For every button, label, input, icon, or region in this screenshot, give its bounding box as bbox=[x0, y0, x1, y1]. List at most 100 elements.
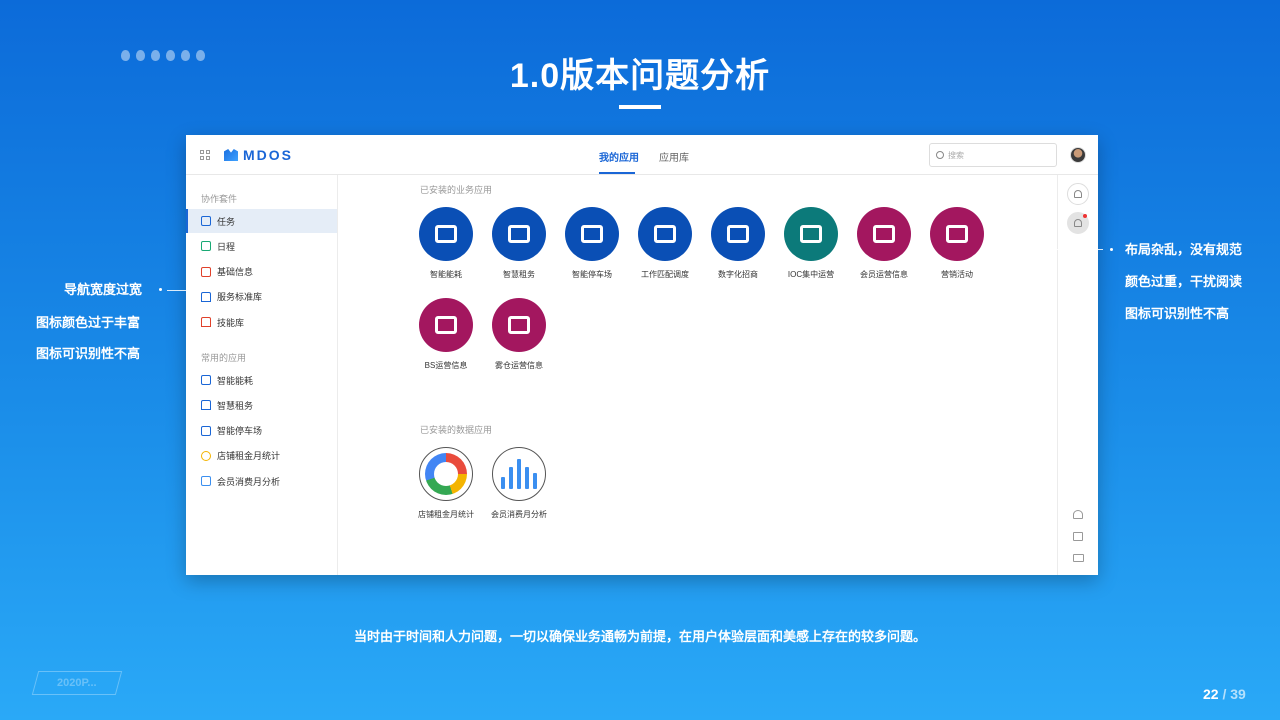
app-label: 雾仓运营信息 bbox=[495, 361, 543, 370]
app-icon-circle bbox=[419, 298, 473, 352]
home-icon bbox=[201, 291, 211, 302]
app-icon-circle bbox=[638, 207, 692, 261]
sidebar-item-label: 基础信息 bbox=[217, 267, 254, 278]
sidebar-item-common-0[interactable]: 智能能耗 bbox=[186, 368, 337, 392]
annotation-right-3: 图标可识别性不高 bbox=[1125, 306, 1230, 321]
page-separator: / bbox=[1218, 686, 1231, 702]
annotation-right-dot bbox=[1110, 248, 1113, 251]
document-icon[interactable] bbox=[1073, 532, 1083, 541]
app-icon-circle bbox=[930, 207, 984, 261]
sidebar-group-common: 常用的应用 bbox=[201, 353, 247, 363]
truck-icon bbox=[201, 425, 211, 436]
sidebar-item-label: 智能停车场 bbox=[217, 426, 263, 437]
annotation-right-2: 颜色过重，干扰阅读 bbox=[1125, 274, 1243, 289]
data-app-tile[interactable]: 会员消费月分析 bbox=[481, 447, 557, 520]
app-grid-icon[interactable] bbox=[200, 150, 210, 160]
business-app-tile[interactable]: 智能停车场 bbox=[554, 207, 630, 280]
search-icon bbox=[936, 151, 944, 159]
top-bar: MDOS 我的应用 应用库 搜索 bbox=[186, 135, 1098, 175]
business-app-tile[interactable]: 智能能耗 bbox=[408, 207, 484, 280]
members-icon bbox=[873, 225, 895, 243]
logo[interactable]: MDOS bbox=[224, 147, 293, 163]
business-app-tile[interactable]: 雾仓运营信息 bbox=[481, 298, 557, 371]
year-badge-text: 2020P... bbox=[57, 677, 97, 689]
business-app-tile[interactable]: 工作匹配调度 bbox=[627, 207, 703, 280]
sidebar-item-common-4[interactable]: 会员消费月分析 bbox=[186, 469, 337, 493]
donut-icon bbox=[425, 453, 467, 495]
bars-icon bbox=[501, 459, 537, 489]
sidebar-item-collab-3[interactable]: 服务标准库 bbox=[186, 285, 337, 309]
app-icon-circle bbox=[492, 207, 546, 261]
business-app-tile[interactable]: 数字化招商 bbox=[700, 207, 776, 280]
app-label: 店铺租金月统计 bbox=[418, 510, 474, 519]
sidebar-item-common-1[interactable]: 智慧租务 bbox=[186, 393, 337, 417]
alert-button[interactable] bbox=[1067, 212, 1089, 234]
search-placeholder: 搜索 bbox=[948, 150, 964, 160]
annotation-right-1: 布局杂乱，没有规范 bbox=[1125, 242, 1243, 257]
handshake-icon bbox=[727, 225, 749, 243]
skill-icon bbox=[201, 317, 211, 328]
app-label: 智能能耗 bbox=[430, 270, 462, 279]
app-icon-circle bbox=[565, 207, 619, 261]
logo-mark-icon bbox=[224, 149, 238, 161]
bell-icon bbox=[1074, 219, 1082, 227]
section-business-title: 已安装的业务应用 bbox=[420, 185, 493, 195]
avatar[interactable] bbox=[1070, 147, 1086, 163]
app-icon-circle bbox=[784, 207, 838, 261]
annotation-left-line bbox=[167, 290, 201, 291]
sidebar-item-collab-1[interactable]: 日程 bbox=[186, 234, 337, 258]
title-underline bbox=[619, 105, 661, 109]
app-window: MDOS 我的应用 应用库 搜索 协作套件 任务日程基础信息服务标准库 技能库 常… bbox=[186, 135, 1098, 575]
home-icon bbox=[508, 225, 530, 243]
annotation-left-3: 图标可识别性不高 bbox=[36, 346, 141, 361]
tab-my-apps[interactable]: 我的应用 bbox=[599, 149, 639, 164]
sidebar-item-common-2[interactable]: 智能停车场 bbox=[186, 419, 337, 443]
app-label: 数字化招商 bbox=[718, 270, 758, 279]
annotation-left-2: 图标颜色过于丰富 bbox=[36, 315, 141, 330]
right-toolbar bbox=[1057, 175, 1098, 575]
app-label: IOC集中运营 bbox=[787, 270, 835, 279]
panel-icon[interactable] bbox=[1073, 554, 1084, 562]
annotation-right-line bbox=[988, 249, 1103, 250]
tab-app-library[interactable]: 应用库 bbox=[659, 149, 689, 164]
sidebar-group-collab: 协作套件 bbox=[201, 194, 238, 204]
data-app-tile[interactable]: 店铺租金月统计 bbox=[408, 447, 484, 520]
sidebar-item-label: 会员消费月分析 bbox=[217, 476, 281, 487]
chart-line-icon bbox=[946, 225, 968, 243]
app-label: 智能停车场 bbox=[572, 270, 612, 279]
sidebar-item-collab-4[interactable]: 技能库 bbox=[186, 310, 337, 334]
footer-caption: 当时由于时间和人力问题，一切以确保业务通畅为前提，在用户体验层面和美感上存在的较… bbox=[353, 629, 926, 644]
sidebar-item-label: 任务 bbox=[217, 216, 236, 227]
app-icon-circle bbox=[419, 447, 473, 501]
home-icon bbox=[201, 400, 211, 411]
calendar-icon bbox=[201, 241, 211, 252]
business-app-tile[interactable]: 营销活动 bbox=[919, 207, 995, 280]
sidebar-item-common-3[interactable]: 店铺租金月统计 bbox=[186, 444, 337, 468]
app-label: 智慧租务 bbox=[503, 270, 535, 279]
app-label: 营销活动 bbox=[941, 270, 973, 279]
sidebar-item-label: 智能能耗 bbox=[217, 375, 254, 386]
unread-dot bbox=[1083, 214, 1087, 218]
sidebar-item-label: 店铺租金月统计 bbox=[217, 451, 281, 462]
page-total: 39 bbox=[1230, 686, 1246, 702]
truck-icon bbox=[581, 225, 603, 243]
business-app-tile[interactable]: 会员运营信息 bbox=[846, 207, 922, 280]
sidebar-item-collab-2[interactable]: 基础信息 bbox=[186, 260, 337, 284]
user-icon[interactable] bbox=[1073, 510, 1083, 519]
annotation-left-dot bbox=[159, 288, 162, 291]
sidebar-item-collab-0[interactable]: 任务 bbox=[186, 209, 337, 233]
business-app-tile[interactable]: 智慧租务 bbox=[481, 207, 557, 280]
donut-icon bbox=[201, 450, 211, 461]
pin-icon bbox=[201, 216, 211, 226]
app-icon-circle bbox=[711, 207, 765, 261]
info-icon bbox=[201, 266, 211, 277]
sidebar-item-label: 日程 bbox=[217, 241, 236, 252]
page-number: 22 / 39 bbox=[1203, 686, 1246, 702]
business-app-tile[interactable]: BS运营信息 bbox=[408, 298, 484, 371]
page-current: 22 bbox=[1203, 686, 1219, 702]
bars-icon bbox=[201, 476, 211, 487]
business-app-tile[interactable]: IOC集中运营 bbox=[773, 207, 849, 280]
notification-button[interactable] bbox=[1067, 183, 1089, 205]
app-label: 会员消费月分析 bbox=[491, 510, 547, 519]
search-input[interactable]: 搜索 bbox=[929, 143, 1057, 167]
